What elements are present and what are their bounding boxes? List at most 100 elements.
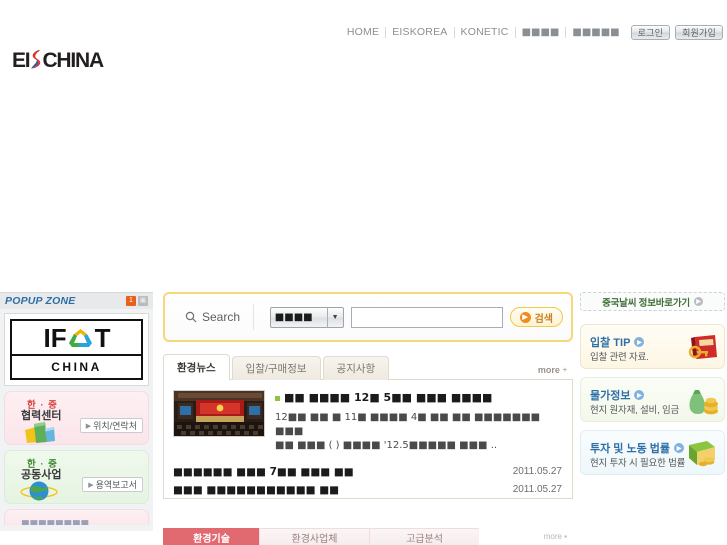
- promo-service-report-button[interactable]: ▶ 용역보고서: [82, 477, 143, 492]
- search-label: Search: [202, 310, 241, 324]
- bottom-tab-environment-company[interactable]: 환경사업체: [259, 528, 369, 545]
- promo-partial-card[interactable]: ■■■■■■■■: [4, 509, 149, 525]
- popup-zone-title: POPUP ZONE: [5, 295, 76, 307]
- bottom-tab-advanced-analysis[interactable]: 고급분석: [369, 528, 479, 545]
- popup-zone-controls: 1 ▣: [126, 296, 148, 306]
- arrow-circle-icon: ▶: [634, 390, 645, 400]
- search-label-group: Search: [173, 304, 254, 330]
- promo-button-label: 용역보고서: [95, 480, 137, 490]
- ifat-china-banner[interactable]: I F T CHINA: [4, 313, 149, 386]
- news-row-title: ■■■ ■■■■■■■■■■■ ■■: [173, 484, 340, 496]
- card-title: 투자 및 노동 법률: [590, 443, 671, 455]
- promo-joint-project[interactable]: 한 · 중 공동사업 ▶ 용역보고서: [4, 450, 149, 504]
- nav-konetic[interactable]: KONETIC: [455, 27, 516, 38]
- card-title: 입찰 TIP: [590, 337, 631, 349]
- card-investment-labor-law[interactable]: 투자 및 노동 법률 ▶ 현지 투자 시 필요한 법률: [580, 430, 725, 475]
- law-book-icon: [685, 439, 719, 469]
- news-tabs: 환경뉴스 입찰/구매정보 공지사항 more +: [163, 354, 573, 380]
- news-lead-title: ■■ ■■■■ 12■ 5■■ ■■■ ■■■■: [284, 391, 493, 404]
- china-weather-label: 중국날씨 정보바로가기: [602, 297, 690, 309]
- nav-korean-1[interactable]: ■■■■: [516, 27, 567, 38]
- book-key-icon: [685, 333, 719, 363]
- news-panel: 환경뉴스 입찰/구매정보 공지사항 more + ■■ ■■■■ 12■ 5■■…: [163, 354, 573, 499]
- promo-button-label: 위치/연락처: [93, 421, 137, 431]
- news-more-label: more: [537, 365, 560, 375]
- nav-home[interactable]: HOME: [341, 27, 387, 38]
- chevron-down-icon[interactable]: ▼: [326, 306, 343, 328]
- news-lead-body-line1: 12■■ ■■ ■ 11■ ■■■■ 4■ ■■ ■■ ■■■■■■■ ■■■: [275, 412, 541, 437]
- promo-location-contact-button[interactable]: ▶ 위치/연락처: [79, 418, 143, 433]
- popup-zone-body: I F T CHINA 한 · 중 협력센터 ▶ 위치/연락처 한 · 중 공동…: [0, 309, 153, 531]
- card-subtitle: 현지 원자재, 설비, 임금: [590, 405, 680, 416]
- table-row[interactable]: ■■■ ■■■■■■■■■■■ ■■ 2011.05.27: [173, 481, 562, 499]
- news-more-link[interactable]: more +: [538, 365, 573, 380]
- search-icon: [185, 311, 197, 323]
- card-title-row: 물가정보 ▶: [590, 387, 645, 403]
- recycling-triangle-icon: [67, 327, 94, 348]
- news-row-title: ■■■■■■ ■■■ 7■■ ■■■ ■■: [173, 466, 354, 478]
- news-lead-body-line2: ■■ ■■■ ( ) ■■■■ '12.5■■■■■ ■■■ ..: [275, 440, 498, 451]
- globe-icon: [19, 477, 59, 503]
- card-title-row: 투자 및 노동 법률 ▶: [590, 440, 685, 456]
- search-category-value: ■■■■: [274, 311, 313, 323]
- news-lead-item[interactable]: ■■ ■■■■ 12■ 5■■ ■■■ ■■■■ 12■■ ■■ ■ 11■ ■…: [173, 390, 562, 453]
- ifat-letter-t: T: [94, 322, 111, 353]
- arrow-circle-icon: ▶: [634, 337, 645, 347]
- search-bar: Search ■■■■ ▼ ▶ 검색: [163, 292, 573, 342]
- popup-zone-page-1-button[interactable]: 1: [126, 296, 136, 306]
- page-root: HOME EISKOREA KONETIC ■■■■ ■■■■■ 로그인 회원가…: [0, 0, 727, 545]
- logo-text-right: CHINA: [42, 48, 104, 72]
- nav-korean-2[interactable]: ■■■■■: [566, 27, 625, 38]
- site-header: HOME EISKOREA KONETIC ■■■■ ■■■■■ 로그인 회원가…: [0, 0, 727, 84]
- arrow-right-icon: ▶: [88, 481, 94, 489]
- popup-zone-close-button[interactable]: ▣: [138, 296, 148, 306]
- go-circle-icon: ▶: [693, 297, 703, 306]
- tab-bidding-purchase[interactable]: 입찰/구매정보: [231, 356, 321, 380]
- news-row-date: 2011.05.27: [512, 466, 562, 477]
- bottom-tabs-more-link[interactable]: more ▪: [544, 528, 573, 545]
- search-submit-label: 검색: [534, 313, 553, 325]
- news-lead-title-row[interactable]: ■■ ■■■■ 12■ 5■■ ■■■ ■■■■: [275, 391, 562, 405]
- bullet-icon: [275, 396, 280, 401]
- news-list: ■■■■■■ ■■■ 7■■ ■■■ ■■ 2011.05.27 ■■■ ■■■…: [173, 463, 562, 499]
- china-weather-link[interactable]: 중국날씨 정보바로가기 ▶: [580, 292, 725, 311]
- promo-cooperation-center[interactable]: 한 · 중 협력센터 ▶ 위치/연락처: [4, 391, 149, 445]
- arrow-circle-icon: ▶: [519, 311, 531, 323]
- left-sidebar: POPUP ZONE 1 ▣ I F T CHINA 한 · 중 협력센터 ▶ …: [0, 292, 153, 531]
- plus-icon: +: [562, 366, 567, 374]
- ifat-letter-i: I: [43, 322, 50, 353]
- arrow-circle-icon: ▶: [674, 443, 685, 453]
- main-content: Search ■■■■ ▼ ▶ 검색 환경뉴스 입찰/구매정보 공지사항 mor…: [163, 292, 573, 499]
- logo-text-left: EI: [12, 48, 31, 72]
- card-bidding-tip[interactable]: 입찰 TIP ▶ 입찰 관련 자료.: [580, 324, 725, 369]
- tab-notices[interactable]: 공지사항: [322, 356, 390, 380]
- card-subtitle: 현지 투자 시 필요한 법률: [590, 458, 686, 469]
- bottom-tab-environment-tech[interactable]: 환경기술: [163, 528, 259, 545]
- news-thumbnail[interactable]: [173, 390, 265, 437]
- card-subtitle: 입찰 관련 자료.: [590, 352, 649, 363]
- card-title-row: 입찰 TIP ▶: [590, 334, 645, 350]
- search-input[interactable]: [350, 306, 503, 328]
- news-body: ■■ ■■■■ 12■ 5■■ ■■■ ■■■■ 12■■ ■■ ■ 11■ ■…: [163, 379, 573, 499]
- recycle-bins-icon: [19, 418, 59, 444]
- card-title: 물가정보: [590, 390, 631, 402]
- promo-partial-label: ■■■■■■■■: [21, 519, 90, 525]
- right-card-list: 입찰 TIP ▶ 입찰 관련 자료. 물가정보 ▶ 현지 원자재, 설비, 임금…: [578, 324, 727, 475]
- money-bag-icon: [685, 386, 719, 416]
- signup-button[interactable]: 회원가입: [675, 25, 723, 40]
- login-button[interactable]: 로그인: [630, 25, 671, 40]
- search-submit-button[interactable]: ▶ 검색: [509, 307, 563, 327]
- site-logo[interactable]: EI CHINA: [10, 47, 111, 73]
- top-navigation: HOME EISKOREA KONETIC ■■■■ ■■■■■ 로그인 회원가…: [341, 25, 723, 40]
- logo-swoosh-icon: [29, 49, 42, 70]
- tab-environment-news[interactable]: 환경뉴스: [163, 354, 230, 380]
- popup-zone-header: POPUP ZONE 1 ▣: [0, 292, 153, 309]
- card-price-info[interactable]: 물가정보 ▶ 현지 원자재, 설비, 임금: [580, 377, 725, 422]
- right-sidebar: 중국날씨 정보바로가기 ▶ 입찰 TIP ▶ 입찰 관련 자료. 물가정보 ▶ …: [578, 292, 727, 475]
- ifat-subtitle: CHINA: [51, 360, 102, 375]
- bottom-tab-strip: 환경기술 환경사업체 고급분석 more ▪: [163, 528, 573, 545]
- nav-eiskorea[interactable]: EISKOREA: [386, 27, 455, 38]
- table-row[interactable]: ■■■■■■ ■■■ 7■■ ■■■ ■■ 2011.05.27: [173, 463, 562, 481]
- search-category-select[interactable]: ■■■■ ▼: [269, 306, 344, 328]
- news-row-date: 2011.05.27: [512, 484, 562, 495]
